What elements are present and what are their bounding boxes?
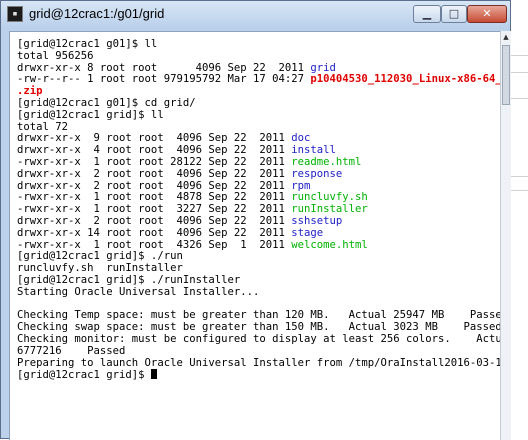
- terminal-text: drwxr-xr-x 2 root root 4096 Sep 22 2011: [17, 214, 292, 227]
- minimize-icon: ▁: [422, 7, 432, 20]
- executable-name: runInstaller: [291, 203, 368, 216]
- window-title: grid@12crac1:/g01/grid: [29, 6, 165, 21]
- close-button[interactable]: ✕: [467, 5, 507, 23]
- terminal-line: [grid@12crac1 grid]$: [17, 369, 497, 381]
- directory-name: grid: [310, 61, 336, 74]
- archive-name: .zip: [17, 85, 43, 98]
- terminal-window: ▪ grid@12crac1:/g01/grid ▁ □ ✕ [grid@12c…: [0, 0, 511, 440]
- terminal-text: -rwxr-xr-x 1 root root 3227 Sep 22 2011: [17, 203, 292, 216]
- maximize-icon: □: [448, 7, 460, 20]
- terminal-text: [grid@12crac1 grid]$ ./run: [17, 250, 183, 263]
- terminal-text: Checking monitor: must be configured to …: [17, 332, 500, 345]
- terminal-text: drwxr-xr-x 8 root root 4096 Sep 22 2011: [17, 61, 311, 74]
- directory-name: install: [291, 144, 336, 157]
- executable-name: runcluvfy.sh: [291, 191, 368, 204]
- text-cursor: [150, 369, 157, 380]
- minimize-button[interactable]: ▁: [413, 5, 441, 23]
- maximize-button[interactable]: □: [441, 5, 467, 23]
- divider: [511, 72, 528, 73]
- terminal-text: [grid@12crac1 g01]$ ll: [17, 38, 158, 50]
- terminal-text: [grid@12crac1 grid]$ ./runInstaller: [17, 273, 241, 286]
- title-bar[interactable]: ▪ grid@12crac1:/g01/grid ▁ □ ✕: [1, 1, 510, 29]
- executable-name: readme.html: [291, 155, 362, 168]
- vertical-scrollbar[interactable]: ▲: [500, 31, 511, 440]
- executable-name: welcome.html: [291, 238, 368, 251]
- terminal-text: [grid@12crac1 grid]$: [17, 369, 151, 382]
- terminal-text: Preparing to launch Oracle Universal Ins…: [17, 356, 500, 369]
- terminal-line: [grid@12crac1 grid]$ ll: [17, 108, 497, 122]
- divider: [511, 190, 528, 191]
- terminal-icon[interactable]: ▪: [7, 6, 23, 22]
- terminal-output-area[interactable]: [grid@12crac1 g01]$ ll total 956256 drwxr-…: [9, 31, 500, 440]
- directory-name: stage: [291, 226, 324, 239]
- scroll-thumb[interactable]: [502, 45, 510, 105]
- terminal-line: Starting Oracle Universal Installer...: [17, 285, 497, 299]
- background-window-edge: [511, 0, 528, 439]
- directory-name: response: [291, 167, 343, 180]
- directory-name: rpm: [291, 179, 311, 192]
- terminal-text: -rwxr-xr-x 1 root root 4326 Sep 1 2011: [17, 238, 292, 251]
- divider: [511, 98, 528, 99]
- archive-name: p10404530_112030_Linux-x86-64_3of7: [310, 73, 500, 86]
- terminal-line: -rw-r--r-- 1 root root 979195792 Mar 17 …: [17, 73, 500, 86]
- terminal-text: drwxr-xr-x 2 root root 4096 Sep 22 2011: [17, 179, 292, 192]
- directory-name: sshsetup: [291, 214, 343, 227]
- terminal-text: drwxr-xr-x 9 root root 4096 Sep 22 2011: [17, 132, 292, 145]
- terminal-text: -rw-r--r-- 1 root root 979195792 Mar 17 …: [17, 73, 311, 86]
- terminal-text: [grid@12crac1 grid]$ ll: [17, 108, 164, 121]
- terminal-text: runcluvfy.sh runInstaller: [17, 262, 183, 275]
- terminal-text: Checking Temp space: must be greater tha…: [17, 309, 500, 322]
- terminal-text: Checking swap space: must be greater tha…: [17, 321, 500, 334]
- divider: [511, 176, 528, 177]
- directory-name: doc: [291, 132, 311, 145]
- terminal-text: -rwxr-xr-x 1 root root 4878 Sep 22 2011: [17, 191, 292, 204]
- terminal-text: drwxr-xr-x 2 root root 4096 Sep 22 2011: [17, 167, 292, 180]
- terminal-text: [grid@12crac1 g01]$ cd grid/: [17, 96, 196, 109]
- terminal-line: Preparing to launch Oracle Universal Ins…: [17, 356, 500, 370]
- terminal-text: drwxr-xr-x 14 root root 4096 Sep 22 2011: [17, 226, 292, 239]
- divider: [511, 55, 528, 56]
- terminal-text: drwxr-xr-x 4 root root 4096 Sep 22 2011: [17, 144, 292, 157]
- terminal-text: 6777216 Passed: [17, 344, 126, 357]
- terminal-text: total 956256: [17, 49, 94, 62]
- terminal-text: Starting Oracle Universal Installer...: [17, 285, 260, 298]
- scroll-up-arrow-icon[interactable]: ▲: [501, 31, 511, 43]
- terminal-text: total 72: [17, 120, 69, 133]
- terminal-text: -rwxr-xr-x 1 root root 28122 Sep 22 2011: [17, 155, 292, 168]
- close-icon: ✕: [482, 7, 492, 20]
- terminal-screen: [grid@12crac1 g01]$ ll total 956256 drwxr-…: [17, 38, 500, 381]
